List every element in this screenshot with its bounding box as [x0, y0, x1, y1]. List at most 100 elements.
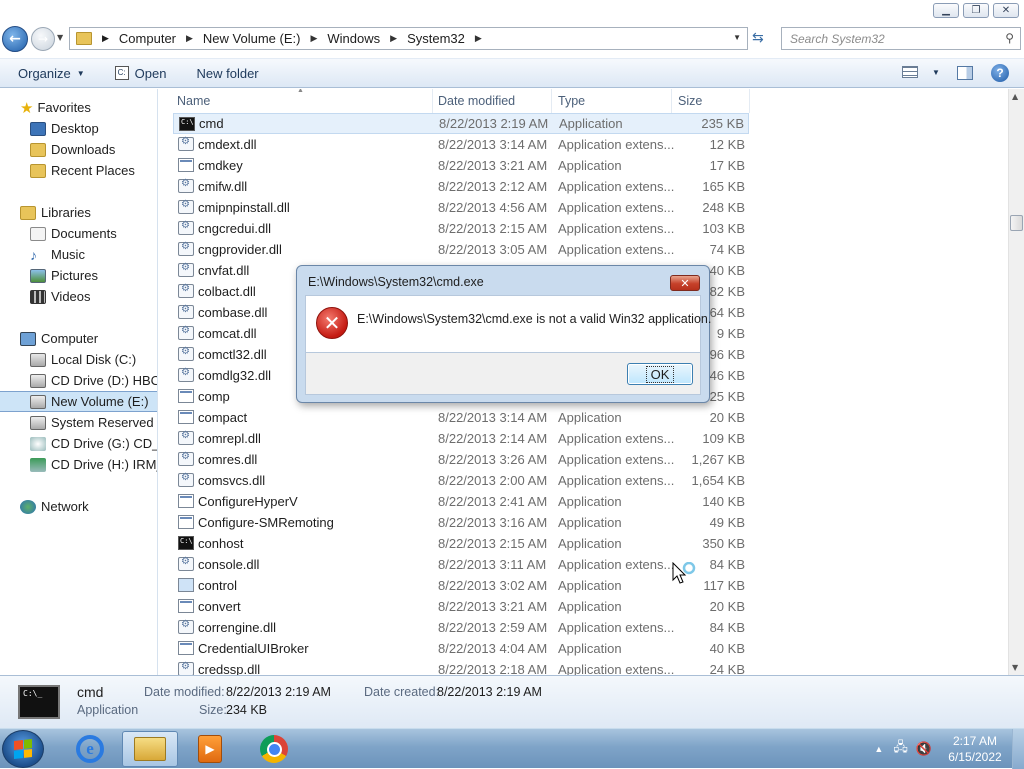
clock[interactable]: 2:17 AM 6/15/2022 [938, 733, 1012, 765]
volume-muted-icon[interactable]: 🔇 [916, 741, 932, 757]
breadcrumb-system32[interactable]: System32 [407, 31, 465, 46]
file-name: console.dll [198, 557, 260, 572]
dialog-close-button[interactable]: ✕ [670, 275, 700, 291]
column-divider[interactable] [749, 89, 750, 113]
address-bar[interactable]: ▶ Computer ▶ New Volume (E:) ▶ Windows ▶… [69, 27, 748, 50]
nav-downloads[interactable]: Downloads [30, 139, 115, 160]
preview-pane-button[interactable] [957, 66, 973, 80]
file-size: 248 KB [702, 200, 745, 215]
scrollbar-thumb[interactable] [1010, 215, 1023, 231]
nav-cd-h-label: CD Drive (H:) IRM_SI [51, 457, 157, 472]
nav-libraries[interactable]: Libraries [20, 202, 91, 223]
file-row[interactable]: ConfigureHyperV 8/22/2013 2:41 AM Applicat… [173, 491, 749, 512]
file-name: cngcredui.dll [198, 221, 271, 236]
file-row[interactable]: cmifw.dll 8/22/2013 2:12 AM Application ex… [173, 176, 749, 197]
nav-videos[interactable]: Videos [30, 286, 91, 307]
minimize-button[interactable]: ▁ [933, 3, 959, 18]
nav-music[interactable]: ♪ Music [30, 244, 85, 265]
file-size: 1,267 KB [691, 452, 746, 467]
file-row[interactable]: convert 8/22/2013 3:21 AM Application 20 KB [173, 596, 749, 617]
search-input[interactable]: Search System32 ⚲ [781, 27, 1021, 50]
file-row[interactable]: cngprovider.dll 8/22/2013 3:05 AM Applicat… [173, 239, 749, 260]
column-divider[interactable] [432, 89, 433, 113]
nav-cd-drive-d[interactable]: CD Drive (D:) HBCD_ [30, 370, 157, 391]
file-row[interactable]: cmipnpinstall.dll 8/22/2013 4:56 AM Applic… [173, 197, 749, 218]
chevron-right-icon[interactable]: ▶ [390, 33, 397, 44]
file-name: combase.dll [198, 305, 268, 320]
nav-new-volume-e[interactable]: New Volume (E:) [0, 391, 157, 412]
file-row[interactable]: cmdext.dll 8/22/2013 3:14 AM Application e… [173, 134, 749, 155]
taskbar-internet-explorer[interactable]: e [62, 731, 118, 767]
chrome-icon [260, 735, 288, 763]
column-header-size[interactable]: Size [678, 89, 702, 113]
taskbar-chrome[interactable] [246, 731, 302, 767]
search-icon[interactable]: ⚲ [1005, 31, 1014, 45]
network-status-icon[interactable]: 🖧 [893, 738, 908, 760]
file-row[interactable]: compact 8/22/2013 3:14 AM Application 20 KB [173, 407, 749, 428]
breadcrumb-new-volume[interactable]: New Volume (E:) [203, 31, 301, 46]
scroll-down-icon[interactable]: ▼ [1012, 663, 1018, 672]
open-button[interactable]: C: Open [85, 66, 166, 81]
file-row[interactable]: CredentialUIBroker 8/22/2013 4:04 AM Appli… [173, 638, 749, 659]
nav-desktop[interactable]: Desktop [30, 118, 99, 139]
nav-reserved-f-label: System Reserved (F:) [51, 415, 157, 430]
address-dropdown-icon[interactable]: ▼ [733, 33, 741, 42]
taskbar-windows-explorer[interactable] [122, 731, 178, 767]
file-row[interactable]: comres.dll 8/22/2013 3:26 AM Application e… [173, 449, 749, 470]
nav-cd-drive-g[interactable]: CD Drive (G:) CD_RC [30, 433, 157, 454]
nav-network[interactable]: Network [20, 496, 89, 517]
nav-favorites[interactable]: ★ Favorites [20, 97, 91, 118]
scroll-up-icon[interactable]: ▲ [1012, 92, 1018, 101]
file-date: 8/22/2013 2:19 AM [439, 116, 549, 131]
restore-button[interactable]: ❐ [963, 3, 989, 18]
file-row[interactable]: credssp.dll 8/22/2013 2:18 AM Application … [173, 659, 749, 675]
forward-button[interactable]: → [31, 27, 55, 51]
vertical-scrollbar[interactable]: ▲ ▼ [1008, 89, 1024, 675]
organize-button[interactable]: Organize ▼ [0, 66, 85, 81]
chevron-right-icon[interactable]: ▶ [475, 33, 482, 44]
nav-documents[interactable]: Documents [30, 223, 117, 244]
file-row[interactable]: comsvcs.dll 8/22/2013 2:00 AM Application … [173, 470, 749, 491]
change-view-button[interactable]: ▼ [902, 66, 940, 78]
column-header-name[interactable]: Name [177, 89, 210, 113]
chevron-right-icon[interactable]: ▶ [310, 33, 317, 44]
file-row[interactable]: cngcredui.dll 8/22/2013 2:15 AM Applicatio… [173, 218, 749, 239]
file-row[interactable]: cmd 8/22/2013 2:19 AM Application 235 KB [173, 113, 749, 134]
file-row[interactable]: control 8/22/2013 3:02 AM Application 117 K… [173, 575, 749, 596]
column-header-date[interactable]: Date modified [438, 89, 515, 113]
file-row[interactable]: comrepl.dll 8/22/2013 2:14 AM Application … [173, 428, 749, 449]
file-row[interactable]: conhost 8/22/2013 2:15 AM Application 350 K… [173, 533, 749, 554]
file-row[interactable]: console.dll 8/22/2013 3:11 AM Application … [173, 554, 749, 575]
column-divider[interactable] [551, 89, 552, 113]
nav-recent-places[interactable]: Recent Places [30, 160, 135, 181]
file-size: 25 KB [709, 389, 745, 404]
breadcrumb-computer[interactable]: Computer [119, 31, 176, 46]
column-divider[interactable] [671, 89, 672, 113]
nav-pictures[interactable]: Pictures [30, 265, 98, 286]
close-window-button[interactable]: ✕ [993, 3, 1019, 18]
error-icon: ✕ [316, 307, 348, 339]
nav-cd-drive-h[interactable]: CD Drive (H:) IRM_SI [30, 454, 157, 475]
start-button[interactable] [2, 730, 44, 768]
show-desktop-button[interactable] [1012, 729, 1024, 769]
show-hidden-icons-icon[interactable]: ▲ [874, 744, 883, 754]
taskbar-media-player[interactable]: ▶ [182, 731, 238, 767]
refresh-icon[interactable]: ⇆ [752, 30, 764, 46]
recent-pages-dropdown[interactable]: ▼ [57, 33, 63, 42]
ok-button[interactable]: OK [627, 363, 693, 385]
breadcrumb-windows[interactable]: Windows [327, 31, 380, 46]
clock-date: 6/15/2022 [948, 750, 1002, 764]
nav-computer[interactable]: Computer [20, 328, 98, 349]
new-folder-button[interactable]: New folder [166, 66, 258, 81]
file-row[interactable]: cmdkey 8/22/2013 3:21 AM Application 17 KB [173, 155, 749, 176]
chevron-right-icon: ▶ [102, 33, 109, 43]
file-row[interactable]: Configure-SMRemoting 8/22/2013 3:16 AM App… [173, 512, 749, 533]
chevron-right-icon[interactable]: ▶ [186, 33, 193, 44]
help-button[interactable]: ? [991, 64, 1009, 82]
nav-system-reserved-f[interactable]: System Reserved (F:) [30, 412, 157, 433]
file-row[interactable]: correngine.dll 8/22/2013 2:59 AM Applicati… [173, 617, 749, 638]
preview-pane-icon [957, 66, 973, 80]
back-button[interactable]: ← [2, 26, 28, 52]
column-header-type[interactable]: Type [558, 89, 585, 113]
nav-local-disk-c[interactable]: Local Disk (C:) [30, 349, 136, 370]
